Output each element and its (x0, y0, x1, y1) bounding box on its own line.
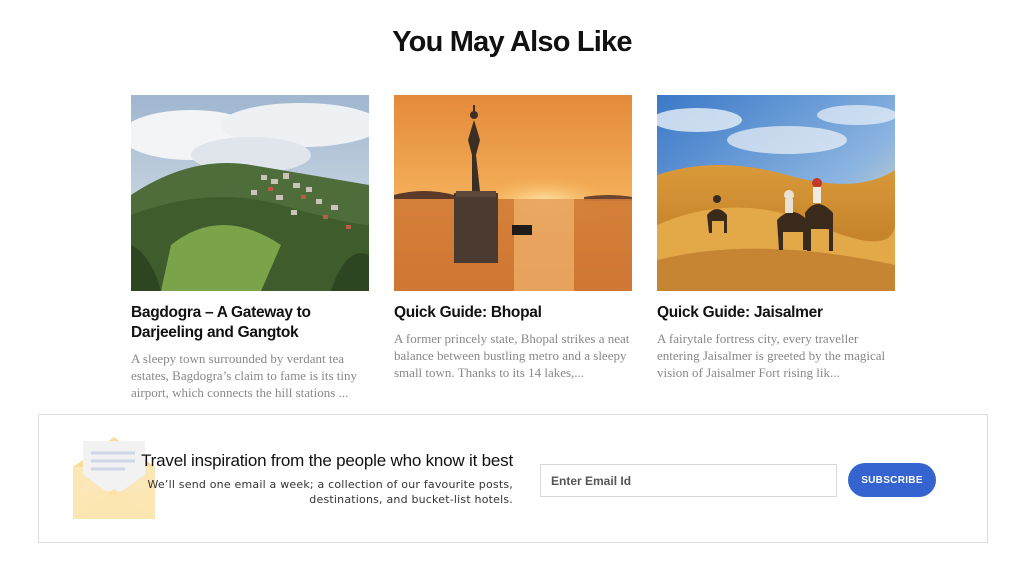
article-excerpt: A sleepy town surrounded by verdant tea … (131, 351, 358, 400)
article-image[interactable] (657, 95, 895, 291)
article-card[interactable]: Quick Guide: Jaisalmer A fairytale fortr… (657, 95, 895, 381)
article-card[interactable]: Bagdogra – A Gateway to Darjeeling and G… (131, 95, 369, 401)
article-excerpt: A former princely state, Bhopal strikes … (394, 331, 630, 380)
email-input[interactable] (540, 464, 837, 497)
article-card[interactable]: Quick Guide: Bhopal A former princely st… (394, 95, 632, 381)
newsletter-box: Travel inspiration from the people who k… (38, 414, 988, 543)
article-title[interactable]: Quick Guide: Jaisalmer (657, 303, 895, 323)
article-title[interactable]: Bagdogra – A Gateway to Darjeeling and G… (131, 303, 369, 343)
article-image[interactable] (131, 95, 369, 291)
article-excerpt: A fairytale fortress city, every travell… (657, 331, 886, 380)
section-title: You May Also Like (392, 26, 632, 58)
subscribe-button[interactable]: SUBSCRIBE (848, 463, 936, 497)
article-title[interactable]: Quick Guide: Bhopal (394, 303, 632, 323)
newsletter-heading: Travel inspiration from the people who k… (141, 451, 513, 470)
article-image[interactable] (394, 95, 632, 291)
newsletter-subtext: We’ll send one email a week; a collectio… (147, 478, 513, 506)
